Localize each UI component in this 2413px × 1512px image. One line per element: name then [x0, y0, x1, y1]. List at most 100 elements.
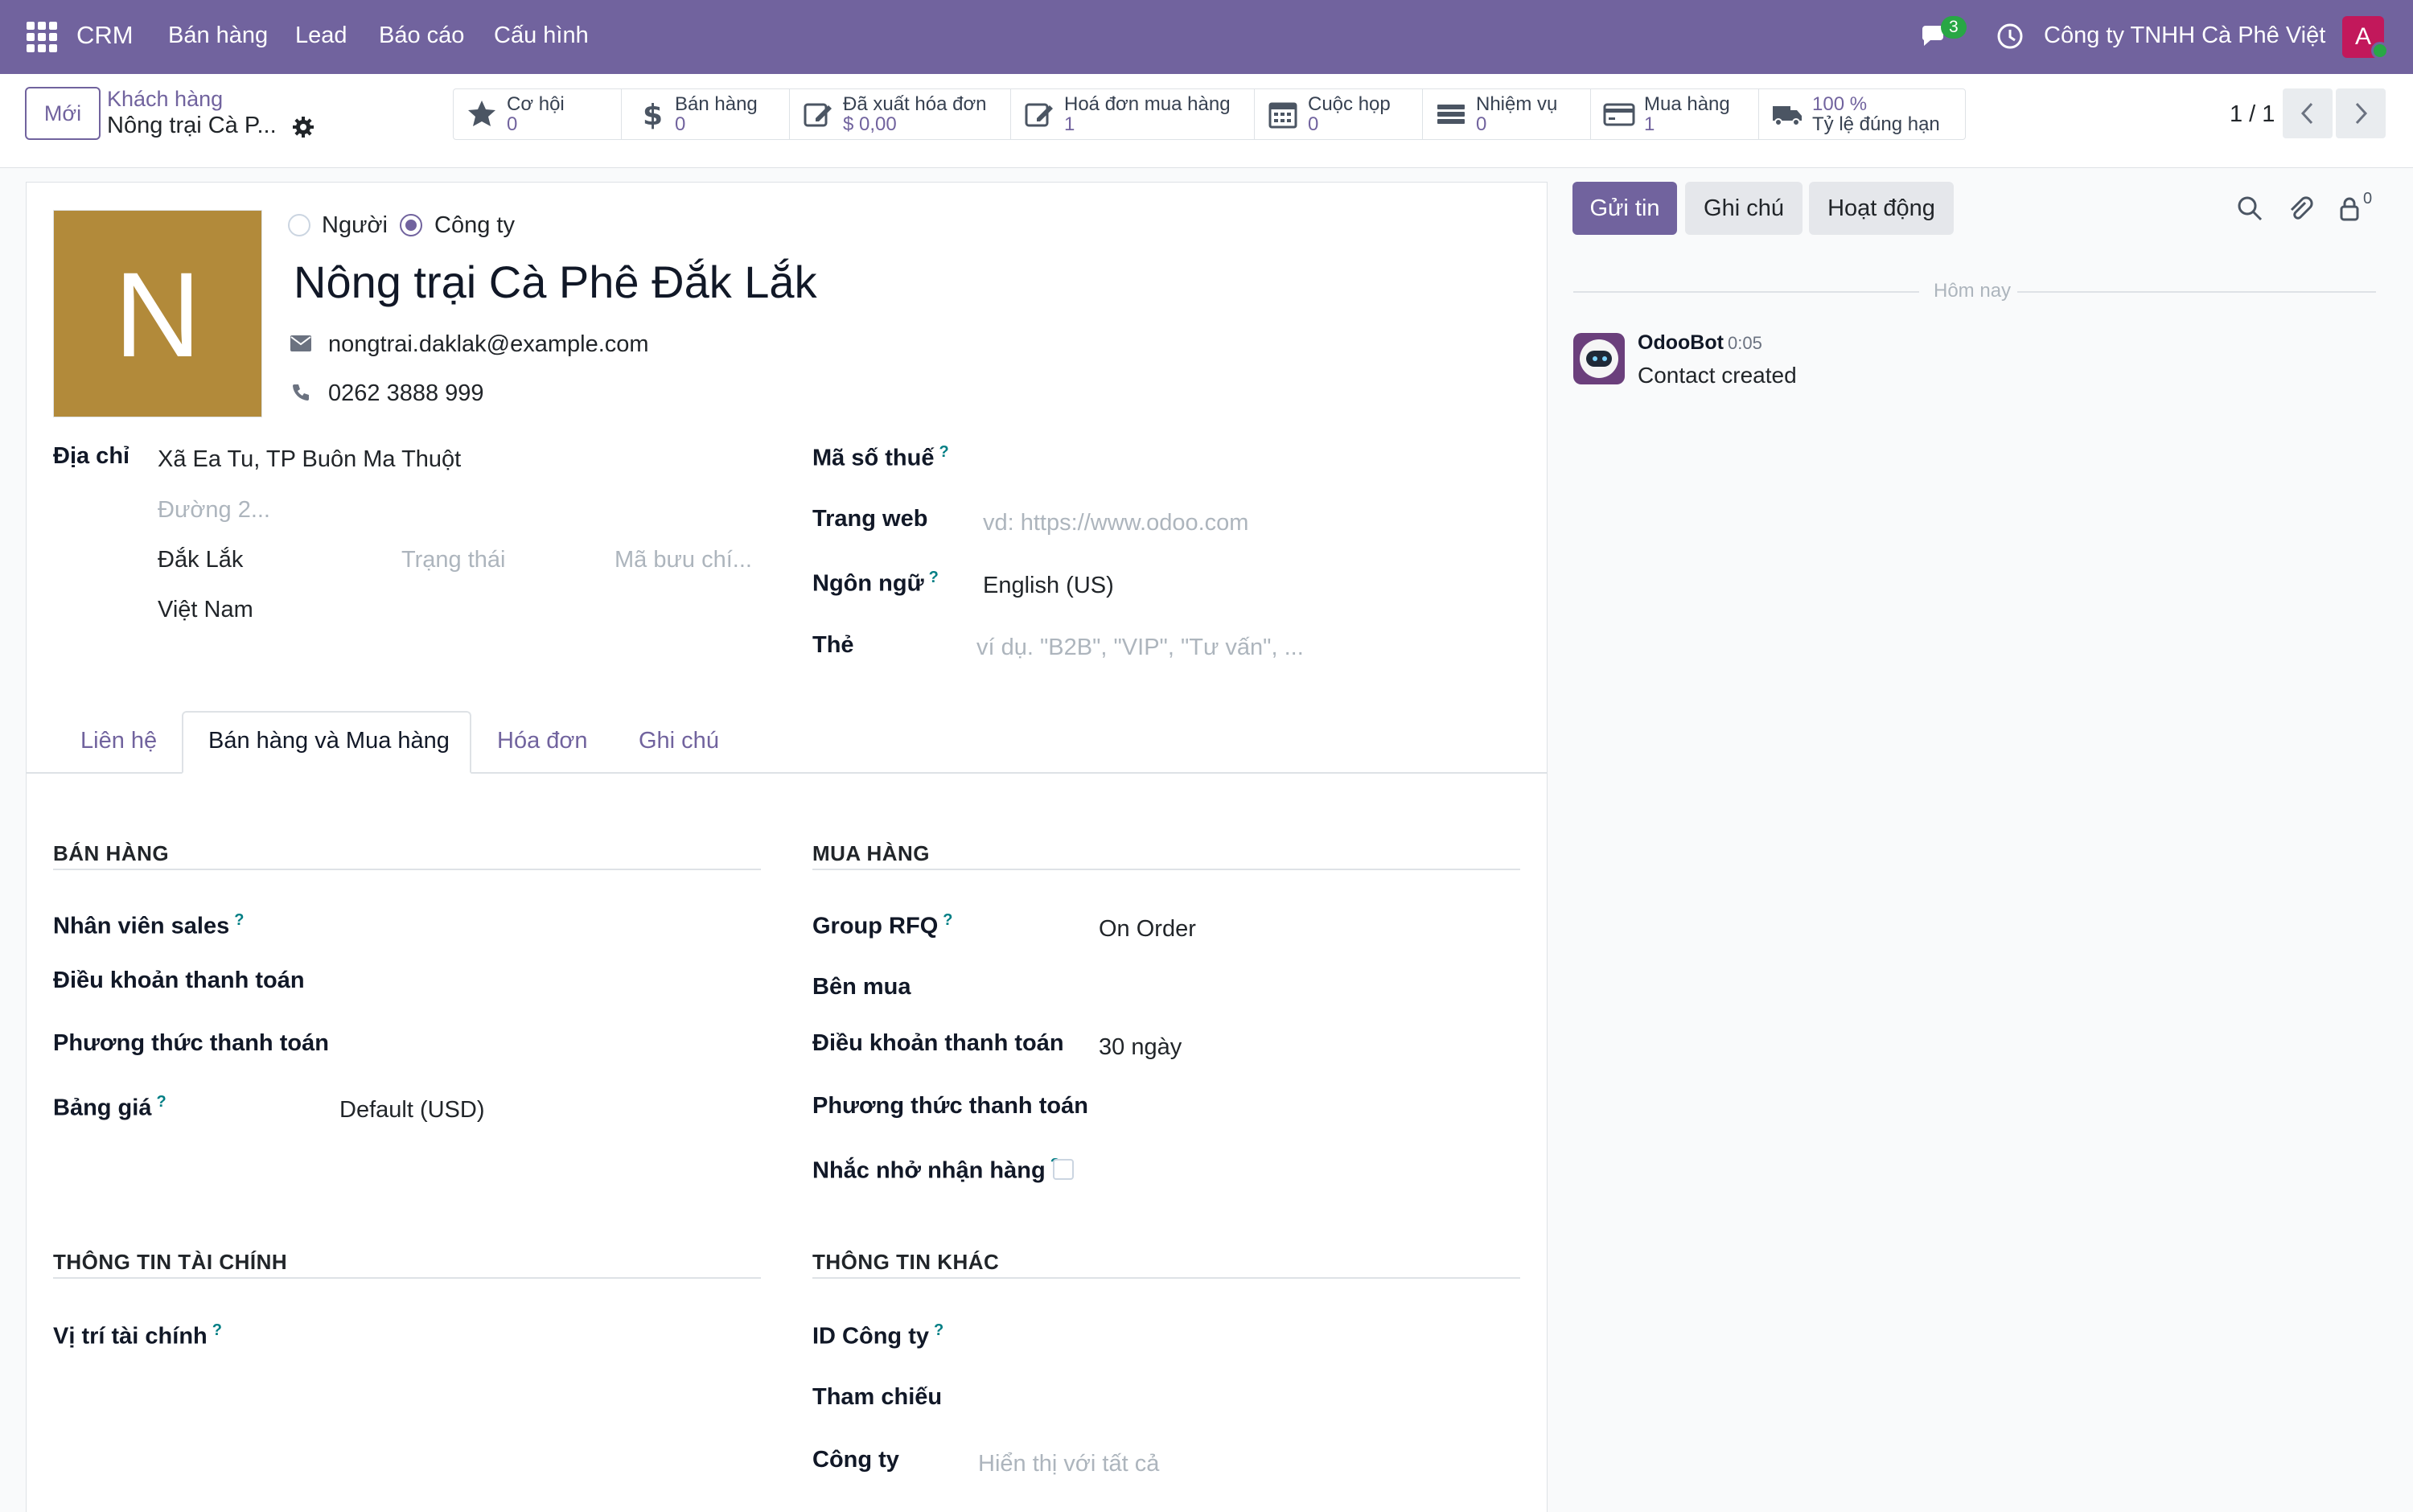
stat-opportunities[interactable]: Cơ hội 0 [454, 89, 622, 139]
pager-previous-button[interactable] [2283, 88, 2333, 138]
menu-reports[interactable]: Báo cáo [379, 23, 464, 49]
vat-label: Mã số thuế? [812, 443, 949, 472]
company-field[interactable]: Hiển thị với tất cả [978, 1451, 1159, 1477]
stat-label: Mua hàng [1644, 93, 1730, 115]
stat-value: 1 [1064, 113, 1075, 135]
help-icon[interactable]: ? [929, 569, 939, 586]
message-body: Contact created [1638, 363, 1797, 388]
edit-icon [1025, 103, 1053, 127]
language-label: Ngôn ngữ? [812, 569, 939, 598]
section-divider [53, 869, 761, 870]
stat-vendor-bills[interactable]: Hoá đơn mua hàng 1 [1011, 89, 1255, 139]
breadcrumb-current: Nông trại Cà P... [107, 113, 277, 138]
city-field[interactable]: Đắk Lắk [158, 547, 243, 573]
state-field[interactable]: Trạng thái [401, 547, 506, 573]
stat-label: Hoá đơn mua hàng [1064, 93, 1231, 115]
stat-label: Nhiệm vụ [1476, 93, 1558, 115]
website-field[interactable]: vd: https://www.odoo.com [983, 510, 1248, 536]
radio-person[interactable] [288, 214, 310, 236]
envelope-icon [290, 335, 311, 351]
tags-field[interactable]: ví dụ. "B2B", "VIP", "Tư vấn", ... [976, 635, 1304, 661]
tab-contacts[interactable]: Liên hệ [80, 728, 157, 754]
fiscal-position-label: Vị trí tài chính? [53, 1321, 222, 1350]
stat-value: 100 % [1812, 93, 1868, 115]
odoobot-avatar [1573, 333, 1625, 384]
street-field[interactable]: Xã Ea Tu, TP Buôn Ma Thuột [158, 446, 461, 473]
help-icon[interactable]: ? [934, 1321, 943, 1339]
star-icon [468, 101, 495, 126]
stat-tasks[interactable]: Nhiệm vụ 0 [1423, 89, 1591, 139]
phone-icon [293, 384, 309, 401]
company-id-label: ID Công ty? [812, 1321, 943, 1350]
help-icon[interactable]: ? [939, 443, 948, 461]
new-button[interactable]: Mới [25, 87, 101, 140]
radio-company-label[interactable]: Công ty [434, 212, 515, 239]
stat-label: Đã xuất hóa đơn [843, 93, 987, 115]
help-icon[interactable]: ? [943, 911, 952, 929]
send-message-button[interactable]: Gửi tin [1572, 182, 1677, 235]
tab-sales-purchase[interactable]: Bán hàng và Mua hàng [208, 728, 450, 754]
credit-card-icon [1603, 103, 1635, 126]
receipt-reminder-checkbox[interactable] [1053, 1159, 1074, 1180]
partner-name-field[interactable]: Nông trại Cà Phê Đắk Lắk [294, 256, 817, 308]
stat-purchases[interactable]: Mua hàng 1 [1591, 89, 1759, 139]
user-follow-icon[interactable] [2336, 195, 2363, 222]
stat-label: Cuộc họp [1308, 93, 1391, 115]
radio-company[interactable] [400, 214, 422, 236]
message-author[interactable]: OdooBot [1638, 331, 1724, 355]
stat-value: 0 [507, 113, 518, 135]
search-icon[interactable] [2236, 195, 2263, 222]
website-label: Trang web [812, 506, 928, 532]
purchase-payment-terms-label: Điều khoản thanh toán [812, 1030, 1064, 1056]
radio-person-label[interactable]: Người [322, 212, 388, 239]
language-label-text: Ngôn ngữ [812, 570, 924, 597]
pager-value[interactable]: 1 / 1 [2230, 101, 2275, 128]
phone-field[interactable]: 0262 3888 999 [328, 380, 484, 407]
stat-on-time-rate[interactable]: 100 % Tỷ lệ đúng hạn [1759, 89, 1965, 139]
company-id-label-text: ID Công ty [812, 1323, 929, 1350]
group-rfq-field[interactable]: On Order [1099, 916, 1196, 943]
breadcrumb-parent[interactable]: Khách hàng [107, 87, 223, 112]
stat-invoiced[interactable]: Đã xuất hóa đơn $ 0,00 [790, 89, 1011, 139]
help-icon[interactable]: ? [212, 1321, 222, 1339]
help-icon[interactable]: ? [234, 911, 244, 929]
tasks-icon [1437, 105, 1465, 124]
partner-avatar[interactable]: N [53, 210, 262, 417]
purchase-section-title: MUA HÀNG [812, 841, 931, 865]
message-time: 0:05 [1728, 333, 1762, 353]
pricelist-field[interactable]: Default (USD) [339, 1097, 485, 1124]
vat-label-text: Mã số thuế [812, 445, 935, 471]
stat-meetings[interactable]: Cuộc họp 0 [1255, 89, 1423, 139]
company-switcher[interactable]: Công ty TNHH Cà Phê Việt [2044, 23, 2325, 49]
stat-sales[interactable]: $ Bán hàng 0 [622, 89, 790, 139]
country-field[interactable]: Việt Nam [158, 597, 253, 623]
stat-label: Tỷ lệ đúng hạn [1812, 113, 1940, 135]
group-rfq-label-text: Group RFQ [812, 913, 939, 939]
pager-next-button[interactable] [2336, 88, 2386, 138]
sales-payment-method-label: Phương thức thanh toán [53, 1030, 329, 1056]
menu-configuration[interactable]: Cấu hình [494, 23, 589, 49]
stat-value: 0 [675, 113, 686, 135]
zip-field[interactable]: Mã bưu chí... [615, 547, 752, 573]
stat-label: Cơ hội [507, 93, 565, 115]
street2-field[interactable]: Đường 2... [158, 497, 270, 524]
stat-value: 1 [1644, 113, 1655, 135]
tab-notes[interactable]: Ghi chú [639, 728, 719, 754]
app-brand[interactable]: CRM [76, 21, 134, 50]
language-field[interactable]: English (US) [983, 573, 1114, 599]
clock-icon[interactable] [1996, 23, 2024, 50]
menu-lead[interactable]: Lead [295, 23, 347, 49]
gear-icon[interactable] [292, 116, 314, 138]
paperclip-icon[interactable] [2286, 195, 2313, 222]
help-icon[interactable]: ? [156, 1093, 166, 1111]
apps-menu-icon[interactable] [27, 22, 57, 52]
activities-button[interactable]: Hoạt động [1809, 182, 1954, 235]
purchase-payment-terms-field[interactable]: 30 ngày [1099, 1034, 1182, 1061]
email-field[interactable]: nongtrai.daklak@example.com [328, 331, 649, 358]
sales-payment-terms-label: Điều khoản thanh toán [53, 968, 305, 993]
menu-sales[interactable]: Bán hàng [168, 23, 268, 49]
tab-invoicing[interactable]: Hóa đơn [497, 728, 588, 754]
log-note-button[interactable]: Ghi chú [1685, 182, 1803, 235]
online-status-dot [2371, 42, 2389, 60]
group-rfq-label: Group RFQ? [812, 911, 952, 940]
